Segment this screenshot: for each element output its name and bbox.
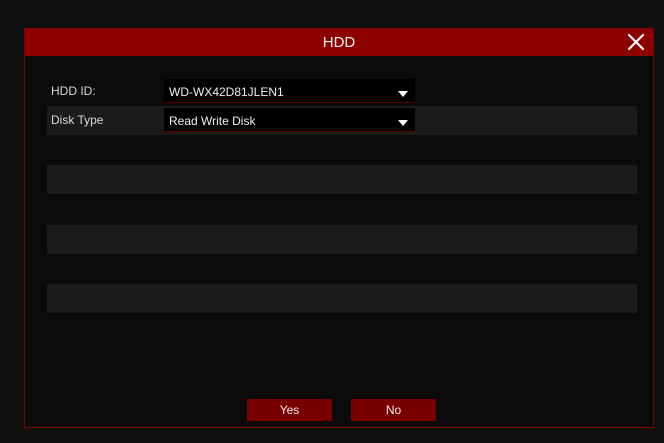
disk-type-select[interactable]: Read Write Disk xyxy=(164,108,415,132)
disk-type-value: Read Write Disk xyxy=(169,114,256,128)
disk-type-label: Disk Type xyxy=(51,113,104,127)
hdd-id-row: HDD ID: WD-WX42D81JLEN1 xyxy=(47,77,637,106)
dropdown-arrow-icon xyxy=(398,115,408,126)
dialog-titlebar: HDD xyxy=(25,29,653,56)
hdd-id-label: HDD ID: xyxy=(51,84,96,98)
hdd-id-select[interactable]: WD-WX42D81JLEN1 xyxy=(164,79,415,103)
close-icon[interactable] xyxy=(625,31,647,53)
disk-type-row: Disk Type Read Write Disk xyxy=(47,106,637,135)
no-button[interactable]: No xyxy=(351,399,436,421)
dialog-title: HDD xyxy=(322,34,356,51)
hdd-dialog: HDD HDD ID: WD-WX42D81JLEN1 Disk Type Re… xyxy=(24,28,654,428)
hdd-id-value: WD-WX42D81JLEN1 xyxy=(169,85,284,99)
empty-row xyxy=(47,284,637,313)
empty-row xyxy=(47,165,637,194)
yes-button[interactable]: Yes xyxy=(247,399,332,421)
empty-row xyxy=(47,225,637,254)
dropdown-arrow-icon xyxy=(398,86,408,97)
